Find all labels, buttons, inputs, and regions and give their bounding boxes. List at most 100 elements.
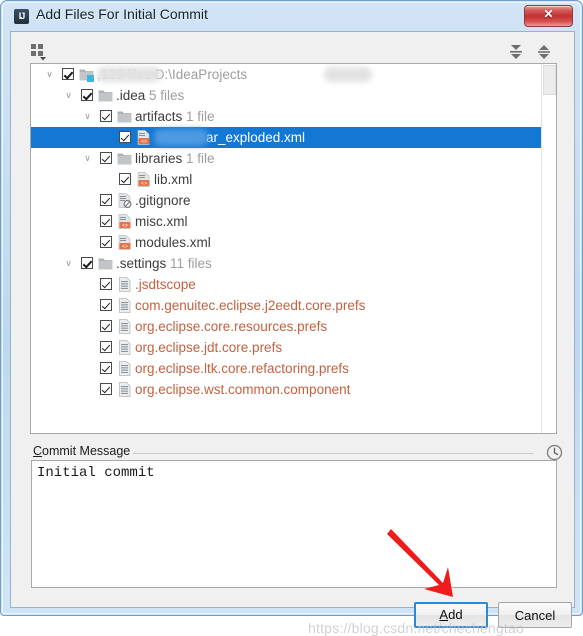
dialog-window: IJ Add Files For Initial Commit ✕ ∨ ,135… bbox=[0, 0, 583, 636]
tree-row[interactable]: ∨ libraries 1 file bbox=[31, 148, 542, 169]
folder-module-icon bbox=[79, 67, 94, 82]
prefs-file-icon bbox=[117, 361, 132, 376]
tree-row[interactable]: org.eclipse.wst.common.component bbox=[31, 379, 542, 400]
tree-scrollbar-thumb[interactable] bbox=[543, 65, 556, 95]
tree-row-label: org.eclipse.core.resources.prefs bbox=[135, 316, 327, 337]
group-by-icon[interactable] bbox=[31, 44, 51, 61]
tree-row-count: 1 file bbox=[182, 151, 215, 166]
tree-row-checkbox[interactable] bbox=[100, 299, 112, 311]
tree-row-name: modules.xml bbox=[135, 235, 211, 250]
tree-row[interactable]: ∨ .idea 5 files bbox=[31, 85, 542, 106]
tree-row-label: lib.xml bbox=[154, 169, 192, 190]
tree-row-checkbox[interactable] bbox=[100, 236, 112, 248]
xml-file-icon: <> bbox=[117, 214, 132, 229]
file-tree[interactable]: ∨ ,135 files D:\IdeaProjects ∨ .idea 5 file… bbox=[31, 64, 542, 400]
title-bar[interactable]: IJ Add Files For Initial Commit bbox=[1, 1, 583, 30]
tree-row-name: org.eclipse.core.resources.prefs bbox=[135, 319, 328, 334]
clock-icon[interactable] bbox=[546, 444, 563, 461]
tree-row-checkbox[interactable] bbox=[100, 215, 112, 227]
file-tree-panel[interactable]: ∨ ,135 files D:\IdeaProjects ∨ .idea 5 file… bbox=[30, 63, 557, 434]
tree-row-checkbox[interactable] bbox=[100, 320, 112, 332]
tree-row-checkbox[interactable] bbox=[81, 257, 93, 269]
tree-row-checkbox[interactable] bbox=[81, 89, 93, 101]
tree-row[interactable]: ∨ ,135 files D:\IdeaProjects bbox=[31, 64, 542, 85]
tree-row-name: .gitignore bbox=[135, 193, 191, 208]
tree-row-name: org.eclipse.ltk.core.refactoring.prefs bbox=[135, 361, 349, 376]
chevron-down-icon[interactable]: ∨ bbox=[81, 148, 94, 169]
app-icon: IJ bbox=[14, 9, 29, 24]
tree-row-name: .jsdtscope bbox=[135, 277, 196, 292]
tree-row-name: misc.xml bbox=[135, 214, 188, 229]
tree-row-label: misc.xml bbox=[135, 211, 188, 232]
tree-row-name: .idea bbox=[116, 88, 146, 103]
chevron-down-icon[interactable]: ∨ bbox=[81, 106, 94, 127]
tree-row-label: org.eclipse.ltk.core.refactoring.prefs bbox=[135, 358, 349, 379]
tree-row-name: artifacts bbox=[135, 109, 183, 124]
tree-toolbar bbox=[11, 32, 574, 63]
watermark-text: https://blog.csdn.net/chechengtao bbox=[308, 620, 524, 636]
tree-row-name: libraries bbox=[135, 151, 183, 166]
tree-row-checkbox[interactable] bbox=[100, 152, 112, 164]
tree-row-label: .settings 11 files bbox=[116, 253, 212, 274]
redaction-blur bbox=[154, 129, 208, 146]
tree-row-label: org.eclipse.jdt.core.prefs bbox=[135, 337, 282, 358]
tree-row[interactable]: <> modules.xml bbox=[31, 232, 542, 253]
tree-row[interactable]: <> misc.xml bbox=[31, 211, 542, 232]
tree-row-name: org.eclipse.jdt.core.prefs bbox=[135, 340, 283, 355]
tree-row[interactable]: org.eclipse.core.resources.prefs bbox=[31, 316, 542, 337]
tree-row-label: com.genuitec.eclipse.j2eedt.core.prefs bbox=[135, 295, 365, 316]
tree-row-label: artifacts 1 file bbox=[135, 106, 215, 127]
tree-row[interactable]: org.eclipse.ltk.core.refactoring.prefs bbox=[31, 358, 542, 379]
tree-row-checkbox[interactable] bbox=[62, 68, 74, 80]
tree-row[interactable]: <> ar_exploded.xml bbox=[31, 127, 542, 148]
tree-row-checkbox[interactable] bbox=[100, 383, 112, 395]
tree-vertical-scrollbar[interactable] bbox=[541, 64, 556, 433]
prefs-file-icon bbox=[117, 340, 132, 355]
commit-message-accel: C bbox=[33, 444, 43, 458]
tree-row-name: .settings bbox=[116, 256, 167, 271]
svg-text:<>: <> bbox=[122, 244, 128, 250]
expand-all-icon[interactable] bbox=[507, 44, 525, 60]
svg-text:<>: <> bbox=[141, 139, 147, 145]
prefs-file-icon bbox=[117, 298, 132, 313]
tree-row-checkbox[interactable] bbox=[119, 173, 131, 185]
tree-row[interactable]: com.genuitec.eclipse.j2eedt.core.prefs bbox=[31, 295, 542, 316]
redaction-blur bbox=[324, 67, 372, 82]
chevron-down-icon[interactable]: ∨ bbox=[62, 85, 75, 106]
tree-row-label: modules.xml bbox=[135, 232, 211, 253]
redaction-blur bbox=[97, 67, 161, 82]
svg-text:<>: <> bbox=[122, 223, 128, 229]
folder-icon bbox=[98, 256, 113, 271]
tree-row-checkbox[interactable] bbox=[100, 110, 112, 122]
window-title: Add Files For Initial Commit bbox=[36, 6, 208, 22]
tree-row-label: org.eclipse.wst.common.component bbox=[135, 379, 350, 400]
collapse-all-icon[interactable] bbox=[535, 44, 553, 60]
commit-message-field[interactable]: Initial commit bbox=[31, 460, 557, 588]
close-icon[interactable] bbox=[524, 5, 573, 27]
commit-message-label: Commit Message bbox=[33, 444, 130, 458]
tree-row-checkbox[interactable] bbox=[100, 362, 112, 374]
tree-row-name: com.genuitec.eclipse.j2eedt.core.prefs bbox=[135, 298, 366, 313]
gitignore-file-icon bbox=[117, 193, 132, 208]
chevron-down-icon[interactable]: ∨ bbox=[62, 253, 75, 274]
tree-row[interactable]: ∨ .settings 11 files bbox=[31, 253, 542, 274]
tree-row-name: lib.xml bbox=[154, 172, 193, 187]
chevron-down-icon[interactable]: ∨ bbox=[43, 64, 56, 85]
xml-file-icon: <> bbox=[136, 172, 151, 187]
tree-row-checkbox[interactable] bbox=[100, 194, 112, 206]
tree-row[interactable]: <> lib.xml bbox=[31, 169, 542, 190]
tree-row-checkbox[interactable] bbox=[119, 131, 131, 143]
tree-row-name: org.eclipse.wst.common.component bbox=[135, 382, 351, 397]
svg-text:<>: <> bbox=[141, 181, 147, 187]
tree-row-label: ar_exploded.xml bbox=[206, 127, 305, 148]
commit-message-text[interactable]: Initial commit bbox=[37, 464, 552, 482]
tree-row-checkbox[interactable] bbox=[100, 278, 112, 290]
tree-row[interactable]: org.eclipse.jdt.core.prefs bbox=[31, 337, 542, 358]
commit-message-label-rest: ommit Message bbox=[42, 444, 131, 458]
tree-row-count: 5 files bbox=[145, 88, 185, 103]
tree-row[interactable]: .gitignore bbox=[31, 190, 542, 211]
prefs-file-icon bbox=[117, 319, 132, 334]
tree-row[interactable]: .jsdtscope bbox=[31, 274, 542, 295]
tree-row[interactable]: ∨ artifacts 1 file bbox=[31, 106, 542, 127]
tree-row-checkbox[interactable] bbox=[100, 341, 112, 353]
